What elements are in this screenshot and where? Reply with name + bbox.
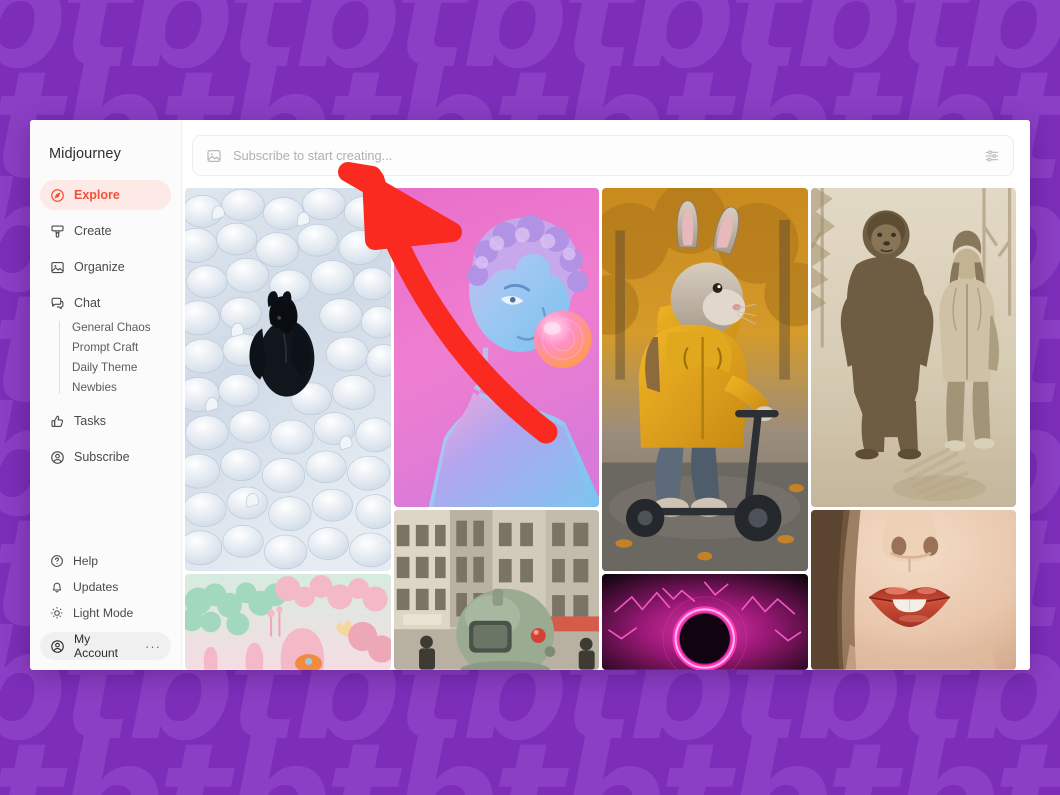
sidebar-item-updates[interactable]: Updates — [40, 574, 171, 599]
sidebar-item-help[interactable]: Help — [40, 548, 171, 573]
image-icon — [50, 260, 65, 275]
sidebar-item-label: Light Mode — [73, 605, 134, 620]
app-window: Midjourney Explore Create Organize Chat … — [30, 120, 1030, 670]
prompt-input-placeholder[interactable]: Subscribe to start creating... — [233, 148, 973, 163]
main-content: Subscribe to start creating... — [182, 120, 1030, 670]
my-account-label: My Account — [74, 632, 119, 660]
sidebar-item-chat[interactable]: Chat — [40, 288, 171, 318]
compass-icon — [50, 188, 65, 203]
prompt-search-bar[interactable]: Subscribe to start creating... — [192, 135, 1014, 176]
chat-channel-general-chaos[interactable]: General Chaos — [72, 318, 171, 338]
image-icon[interactable] — [206, 148, 222, 164]
account-overflow-menu-icon[interactable]: ··· — [145, 639, 161, 654]
gallery-tile-retro-spherical-vehicle-city[interactable] — [393, 510, 599, 670]
gallery-column — [810, 188, 1016, 670]
gallery-column — [393, 188, 599, 670]
sidebar: Midjourney Explore Create Organize Chat … — [30, 120, 182, 670]
sidebar-item-explore[interactable]: Explore — [40, 180, 171, 210]
gallery-column — [602, 188, 808, 670]
sidebar-item-subscribe[interactable]: Subscribe — [40, 442, 171, 472]
chat-channel-daily-theme[interactable]: Daily Theme — [72, 358, 171, 378]
gallery-tile-pink-statue-blowing-bubblegum[interactable] — [393, 188, 599, 508]
chat-channel-newbies[interactable]: Newbies — [72, 378, 171, 398]
sliders-icon[interactable] — [984, 148, 1000, 164]
thumbs-up-icon — [50, 414, 65, 429]
gallery-tile-rabbit-in-hoodie-on-scooter[interactable] — [602, 188, 808, 572]
chat-icon — [50, 296, 65, 311]
sidebar-item-label: Subscribe — [74, 450, 130, 464]
sidebar-item-organize[interactable]: Organize — [40, 252, 171, 282]
background-pattern-row: btbtbtbtbtbtbtbtbtbtbtbt — [0, 724, 1060, 795]
gallery-tile-vintage-bigfoot-photograph[interactable] — [810, 188, 1016, 508]
gallery-tile-white-horses-with-one-black-horse[interactable] — [185, 188, 391, 572]
sidebar-item-light-mode[interactable]: Light Mode — [40, 600, 171, 625]
sun-icon — [50, 606, 64, 620]
question-circle-icon — [50, 554, 64, 568]
gallery-column — [185, 188, 391, 670]
brand-title: Midjourney — [49, 146, 121, 162]
gallery-tile-neon-pink-eclipse-ring[interactable] — [602, 574, 808, 670]
sidebar-item-tasks[interactable]: Tasks — [40, 406, 171, 436]
sidebar-item-label: Explore — [74, 188, 120, 202]
sidebar-item-label: Create — [74, 224, 112, 238]
bell-icon — [50, 580, 64, 594]
brush-icon — [50, 224, 65, 239]
sidebar-item-label: Help — [73, 553, 99, 568]
user-circle-icon — [50, 450, 65, 465]
user-circle-icon — [50, 639, 65, 654]
sidebar-item-label: Organize — [74, 260, 125, 274]
gallery-tile-pastel-candy-landscape[interactable] — [185, 574, 391, 670]
my-account-button[interactable]: My Account ··· — [40, 632, 171, 660]
chat-channel-list: General Chaos Prompt Craft Daily Theme N… — [59, 318, 171, 398]
chat-channel-prompt-craft[interactable]: Prompt Craft — [72, 338, 171, 358]
image-gallery-grid — [182, 188, 1030, 670]
sidebar-item-label: Tasks — [74, 414, 106, 428]
sidebar-item-label: Chat — [74, 296, 101, 310]
sidebar-item-create[interactable]: Create — [40, 216, 171, 246]
sidebar-item-label: Updates — [73, 579, 119, 594]
top-bar: Subscribe to start creating... — [182, 120, 1030, 188]
gallery-tile-closeup-red-lips-portrait[interactable] — [810, 510, 1016, 670]
